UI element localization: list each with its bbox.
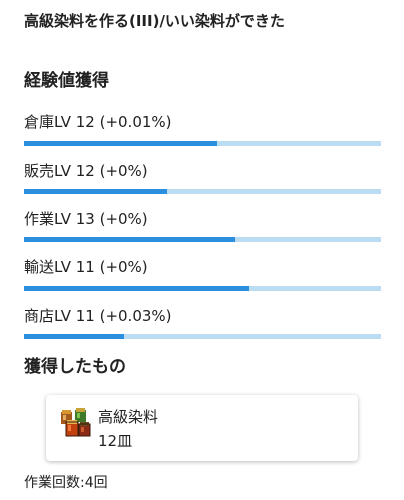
stat-bar-fill [24, 237, 235, 242]
stat-bar-fill [24, 286, 249, 291]
page-title: 高級染料を作る(III)/いい染料ができた [24, 12, 285, 30]
stat-bar-work [24, 237, 381, 242]
stat-bar-fill [24, 189, 167, 194]
item-quantity: 12皿 [98, 432, 133, 450]
stat-bar-warehouse [24, 141, 381, 146]
stat-label-work: 作業LV 13 (+0%) [24, 210, 148, 228]
dye-jars-icon [61, 408, 91, 437]
stat-label-transport: 輸送LV 11 (+0%) [24, 258, 148, 276]
stat-bar-sales [24, 189, 381, 194]
experience-heading: 経験値獲得 [24, 71, 109, 91]
item-name: 高級染料 [98, 408, 159, 426]
work-count: 作業回数:4回 [24, 475, 108, 491]
stat-bar-shop [24, 334, 381, 339]
obtained-item-card[interactable]: 高級染料 12皿 [46, 395, 358, 461]
stat-label-warehouse: 倉庫LV 12 (+0.01%) [24, 113, 172, 131]
obtained-heading: 獲得したもの [24, 357, 126, 377]
stat-bar-fill [24, 141, 217, 146]
stat-bar-transport [24, 286, 381, 291]
stat-label-shop: 商店LV 11 (+0.03%) [24, 307, 172, 325]
stat-bar-fill [24, 334, 124, 339]
stat-label-sales: 販売LV 12 (+0%) [24, 162, 148, 180]
